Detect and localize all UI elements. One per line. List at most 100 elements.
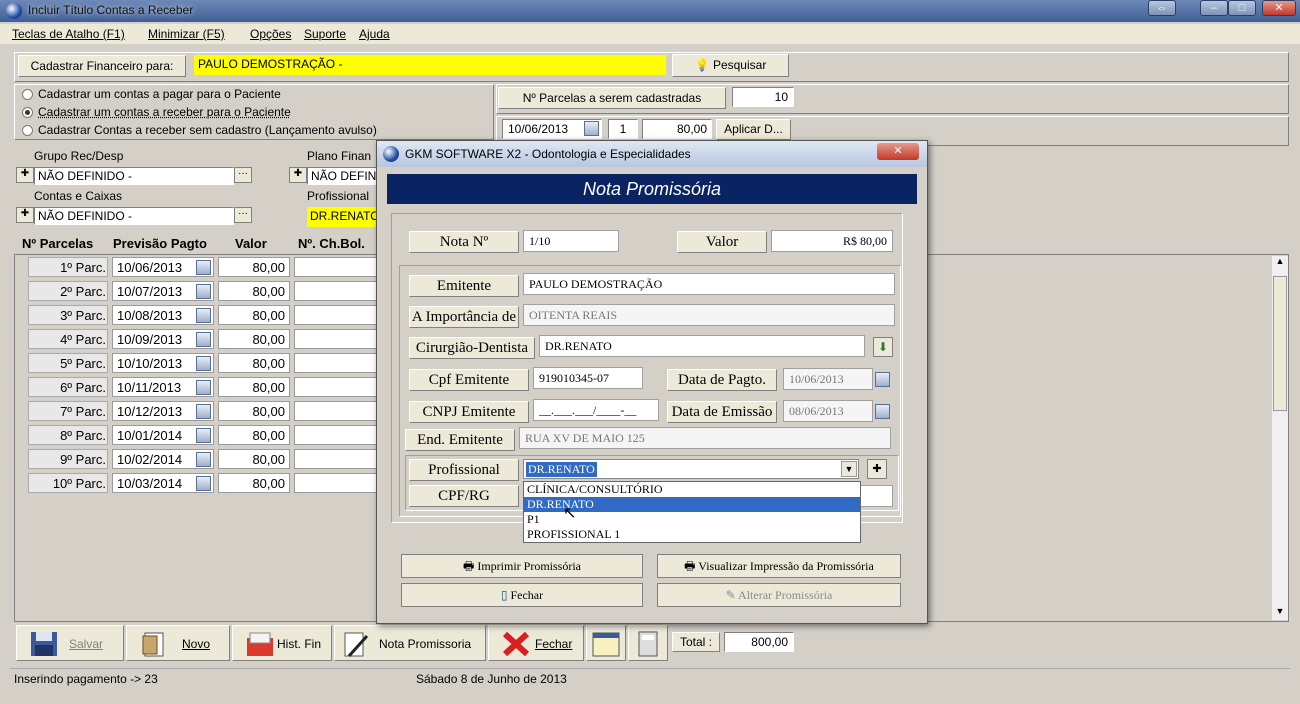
dropdown-option[interactable]: PROFISSIONAL 1 (524, 527, 860, 542)
row-value[interactable]: 80,00 (218, 257, 290, 277)
option-radio-pagar[interactable] (22, 89, 33, 100)
alterar-button[interactable]: ✎ Alterar Promissória (657, 583, 901, 607)
close-button[interactable]: ✕ (1262, 0, 1296, 16)
row-value[interactable]: 80,00 (218, 425, 290, 445)
emitente-input[interactable]: PAULO DEMOSTRAÇÃO (523, 273, 895, 295)
apply-value-input[interactable]: 80,00 (642, 119, 712, 139)
nota-promissoria-button[interactable]: Nota Promissoria (334, 625, 486, 661)
grupo-add-icon[interactable]: ✚ (16, 167, 34, 183)
profissional-add-icon[interactable]: ✚ (867, 459, 887, 479)
imprimir-button[interactable]: 🖶 Imprimir Promissória (401, 554, 643, 578)
profissional-select[interactable]: DR.RENATO ▼ (523, 459, 859, 479)
cpf-input[interactable]: 919010345-07 (533, 367, 643, 389)
prof-field[interactable]: DR.RENATO (307, 207, 379, 227)
menu-ajuda[interactable]: Ajuda (359, 27, 390, 41)
status-date: Sábado 8 de Junho de 2013 (416, 672, 567, 686)
pesquisar-button[interactable]: 💡 Pesquisar (672, 54, 789, 77)
nota-input[interactable]: 1/10 (523, 230, 619, 252)
edit-tools-icon: ✎ (725, 588, 736, 602)
row-chbol[interactable] (294, 353, 378, 373)
scroll-down-icon[interactable]: ▼ (1273, 606, 1287, 620)
row-calendar-icon[interactable] (196, 356, 211, 371)
data-pagto-input[interactable]: 10/06/2013 (783, 368, 873, 390)
calendar-button[interactable] (586, 625, 626, 661)
menu-teclas[interactable]: Teclas de Atalho (F1) (12, 27, 125, 41)
row-value[interactable]: 80,00 (218, 281, 290, 301)
row-value[interactable]: 80,00 (218, 305, 290, 325)
row-calendar-icon[interactable] (196, 284, 211, 299)
cnpj-input[interactable]: __.___.___/____-__ (533, 399, 659, 421)
apply-button[interactable]: Aplicar D... (716, 119, 791, 140)
status-bar (10, 668, 1290, 690)
row-value[interactable]: 80,00 (218, 401, 290, 421)
row-chbol[interactable] (294, 425, 378, 445)
row-chbol[interactable] (294, 401, 378, 421)
maximize-button[interactable]: □ (1228, 0, 1256, 16)
calculator-button[interactable] (628, 625, 668, 661)
valor-input[interactable]: R$ 80,00 (771, 230, 893, 252)
fechar-main-button[interactable]: Fechar (488, 625, 584, 661)
row-calendar-icon[interactable] (196, 428, 211, 443)
plano-field[interactable]: NÃO DEFIN (307, 167, 379, 185)
contas-field[interactable]: NÃO DEFINIDO - (34, 207, 234, 225)
apply-num-input[interactable]: 1 (608, 119, 638, 139)
chevron-down-icon[interactable]: ▼ (841, 461, 857, 477)
row-value[interactable]: 80,00 (218, 449, 290, 469)
data-pagto-calendar-icon[interactable] (875, 372, 890, 387)
row-chbol[interactable] (294, 329, 378, 349)
menu-opcoes[interactable]: Opções (250, 27, 291, 41)
door-icon: ▯ (500, 588, 508, 602)
data-emissao-input[interactable]: 08/06/2013 (783, 400, 873, 422)
parcelas-count-input[interactable]: 10 (732, 87, 794, 107)
calendar-icon[interactable] (584, 121, 599, 136)
row-calendar-icon[interactable] (196, 260, 211, 275)
menu-minimizar[interactable]: Minimizar (F5) (148, 27, 225, 41)
app-logo-icon (6, 3, 22, 19)
dialog-close-button[interactable]: ✕ (877, 143, 919, 160)
novo-button[interactable]: Novo (126, 625, 230, 661)
scroll-thumb[interactable] (1273, 276, 1287, 411)
row-chbol[interactable] (294, 473, 378, 493)
row-calendar-icon[interactable] (196, 332, 211, 347)
scroll-up-icon[interactable]: ▲ (1273, 256, 1287, 270)
row-chbol[interactable] (294, 281, 378, 301)
row-calendar-icon[interactable] (196, 380, 211, 395)
row-value[interactable]: 80,00 (218, 329, 290, 349)
patient-field[interactable]: PAULO DEMOSTRAÇÃO - (194, 55, 666, 75)
cirurgiao-label: Cirurgião-Dentista (409, 337, 535, 359)
download-arrow-icon[interactable]: ⬇ (873, 337, 893, 357)
end-input[interactable]: RUA XV DE MAIO 125 (519, 427, 891, 449)
option-radio-receber[interactable] (22, 107, 33, 118)
grupo-field[interactable]: NÃO DEFINIDO - (34, 167, 234, 185)
row-calendar-icon[interactable] (196, 476, 211, 491)
importancia-input[interactable]: OITENTA REAIS (523, 304, 895, 326)
row-calendar-icon[interactable] (196, 308, 211, 323)
row-chbol[interactable] (294, 257, 378, 277)
scrollbar[interactable]: ▲ ▼ (1272, 256, 1288, 620)
contas-lookup-button[interactable]: ··· (234, 207, 252, 223)
fechar-dialog-button[interactable]: ▯ Fechar (401, 583, 643, 607)
row-chbol[interactable] (294, 305, 378, 325)
row-calendar-icon[interactable] (196, 404, 211, 419)
contas-add-icon[interactable]: ✚ (16, 207, 34, 223)
row-chbol[interactable] (294, 377, 378, 397)
col-header-parcelas: Nº Parcelas (22, 236, 94, 251)
cirurgiao-input[interactable]: DR.RENATO (539, 335, 865, 357)
restore-icon[interactable]: ⇔ (1148, 0, 1176, 16)
row-value[interactable]: 80,00 (218, 377, 290, 397)
contas-label: Contas e Caixas (34, 189, 123, 203)
grupo-lookup-button[interactable]: ··· (234, 167, 252, 183)
hist-fin-button[interactable]: Hist. Fin (232, 625, 332, 661)
dropdown-option[interactable]: CLÍNICA/CONSULTÓRIO (524, 482, 860, 497)
row-calendar-icon[interactable] (196, 452, 211, 467)
plano-add-icon[interactable]: ✚ (289, 167, 307, 183)
option-radio-avulso[interactable] (22, 125, 33, 136)
salvar-button[interactable]: Salvar (16, 625, 124, 661)
visualizar-button[interactable]: 🖶 Visualizar Impressão da Promissória (657, 554, 901, 578)
minimize-button[interactable]: – (1200, 0, 1228, 16)
row-value[interactable]: 80,00 (218, 353, 290, 373)
menu-suporte[interactable]: Suporte (304, 27, 346, 41)
data-emissao-calendar-icon[interactable] (875, 404, 890, 419)
row-chbol[interactable] (294, 449, 378, 469)
row-value[interactable]: 80,00 (218, 473, 290, 493)
